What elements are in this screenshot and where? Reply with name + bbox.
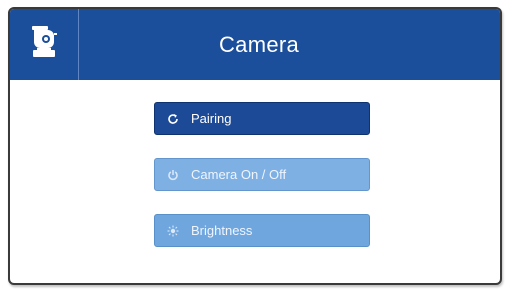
camera-on-off-button[interactable]: Camera On / Off xyxy=(154,158,370,191)
pairing-button[interactable]: Pairing xyxy=(154,102,370,135)
camera-panel: Camera Pairing Camera On / Off Brightnes… xyxy=(8,7,502,285)
brightness-button[interactable]: Brightness xyxy=(154,214,370,247)
pairing-label: Pairing xyxy=(191,111,232,126)
sun-icon xyxy=(155,225,191,237)
brightness-label: Brightness xyxy=(191,223,253,238)
power-icon xyxy=(155,169,191,181)
refresh-icon xyxy=(155,113,191,125)
ptz-camera-icon xyxy=(29,24,59,65)
camera-on-off-label: Camera On / Off xyxy=(191,167,287,182)
header-icon-cell[interactable] xyxy=(10,9,79,80)
header-bar: Camera xyxy=(10,9,500,80)
page-title: Camera xyxy=(218,31,300,57)
